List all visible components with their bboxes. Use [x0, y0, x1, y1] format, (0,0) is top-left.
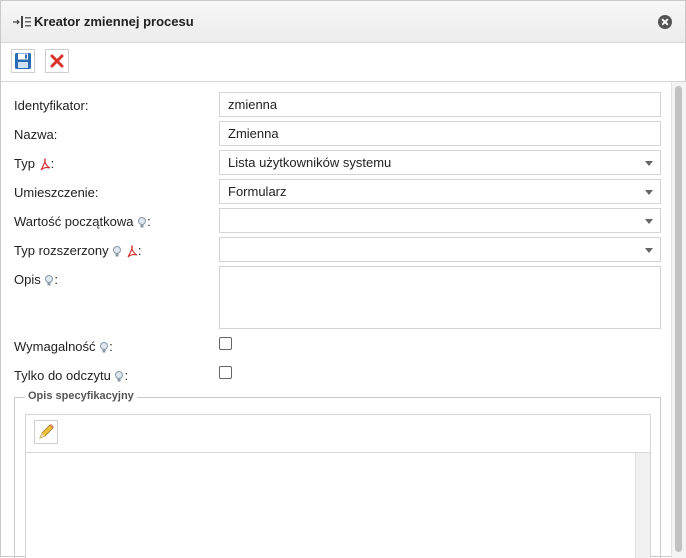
pencil-icon: [39, 424, 54, 439]
name-label: Nazwa:: [14, 127, 58, 142]
description-textarea[interactable]: [219, 266, 661, 329]
identifier-input[interactable]: zmienna: [219, 92, 661, 117]
chevron-down-icon: [645, 248, 653, 253]
dialog-toolbar: [1, 43, 685, 82]
initial-value-label: Wartość początkowa :: [14, 214, 151, 229]
extended-type-select[interactable]: [219, 237, 661, 262]
pdf-icon[interactable]: [39, 158, 51, 171]
variable-wizard-dialog: Kreator zmiennej procesu Identyfikator: …: [0, 0, 686, 558]
close-circle-icon[interactable]: [658, 15, 672, 29]
read-only-checkbox[interactable]: [219, 366, 232, 379]
placement-label: Umieszczenie:: [14, 185, 99, 200]
hint-bulb-icon[interactable]: [44, 274, 54, 287]
edit-button[interactable]: [34, 420, 58, 444]
hint-bulb-icon[interactable]: [99, 341, 109, 354]
spec-description-fieldset: Opis specyfikacyjny: [14, 390, 661, 558]
chevron-down-icon: [645, 161, 653, 166]
required-label: Wymagalność :: [14, 339, 113, 354]
save-button[interactable]: [11, 49, 35, 73]
hint-bulb-icon[interactable]: [137, 216, 147, 229]
hint-bulb-icon[interactable]: [112, 245, 122, 258]
form-scrollbar[interactable]: [671, 82, 686, 558]
form-content: Identyfikator: zmienna Nazwa: Zmienna Ty…: [1, 82, 671, 558]
spec-editor-area[interactable]: [25, 452, 651, 558]
chevron-down-icon: [645, 190, 653, 195]
chevron-down-icon: [645, 219, 653, 224]
identifier-label: Identyfikator:: [14, 98, 89, 113]
dialog-title: Kreator zmiennej procesu: [34, 14, 194, 29]
floppy-save-icon: [15, 53, 31, 69]
variable-wizard-icon: [13, 16, 31, 28]
spec-description-legend: Opis specyfikacyjny: [25, 390, 137, 402]
pdf-icon[interactable]: [126, 245, 138, 258]
type-label: Typ :: [14, 156, 55, 171]
required-checkbox[interactable]: [219, 337, 232, 350]
scrollbar-thumb[interactable]: [675, 86, 682, 552]
name-input[interactable]: Zmienna: [219, 121, 661, 146]
initial-value-select[interactable]: [219, 208, 661, 233]
dialog-titlebar: Kreator zmiennej procesu: [1, 1, 685, 43]
type-select[interactable]: Lista użytkowników systemu: [219, 150, 661, 175]
extended-type-label: Typ rozszerzony :: [14, 243, 142, 258]
hint-bulb-icon[interactable]: [114, 370, 124, 383]
editor-scrollbar[interactable]: [635, 453, 650, 558]
red-x-delete-icon: [50, 54, 64, 68]
editor-toolbar: [25, 414, 651, 452]
read-only-label: Tylko do odczytu :: [14, 368, 129, 383]
description-label: Opis :: [14, 272, 58, 287]
placement-select[interactable]: Formularz: [219, 179, 661, 204]
delete-button[interactable]: [45, 49, 69, 73]
